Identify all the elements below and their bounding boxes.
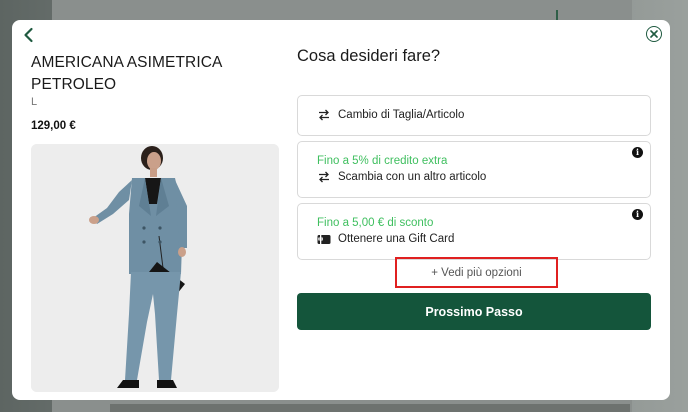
gift-card-icon [317,233,331,245]
more-options-button[interactable]: + Vedi più opzioni [395,257,558,288]
option-row: Ottenere una Gift Card [317,233,454,245]
close-button[interactable] [646,26,662,42]
swap-arrows-icon [317,171,331,183]
option-row: Scambia con un altro articolo [317,171,486,183]
action-question: Cosa desideri fare? [297,47,441,65]
promo-text: Fino a 5% di credito extra [317,155,448,167]
option-size-exchange[interactable]: Cambio di Taglia/Articolo [297,95,651,136]
back-button[interactable] [22,26,42,48]
promo-text: Fino a 5,00 € di sconto [317,217,434,229]
option-label: Cambio di Taglia/Articolo [338,109,465,121]
info-icon[interactable]: i [632,209,643,220]
chevron-left-icon [24,27,33,43]
background-footer [110,404,630,412]
product-price: 129,00 € [31,120,76,132]
product-image [31,144,279,392]
option-row: Cambio di Taglia/Articolo [317,109,464,121]
option-exchange-item[interactable]: Fino a 5% di credito extra i Scambia con… [297,141,651,198]
model-photo [31,144,279,392]
product-size: L [31,96,38,108]
option-label: Ottenere una Gift Card [338,233,455,245]
swap-arrows-icon [317,109,331,121]
product-title: AMERICANA ASIMETRICA PETROLEO [31,54,222,93]
background-accent [556,10,558,20]
close-icon [650,30,658,38]
return-options-modal: AMERICANA ASIMETRICA PETROLEO L 129,00 € [12,20,670,400]
option-label: Scambia con un altro articolo [338,171,487,183]
next-step-button[interactable]: Prossimo Passo [297,293,651,330]
info-icon[interactable]: i [632,147,643,158]
option-gift-card[interactable]: Fino a 5,00 € di sconto i Ottenere una G… [297,203,651,260]
